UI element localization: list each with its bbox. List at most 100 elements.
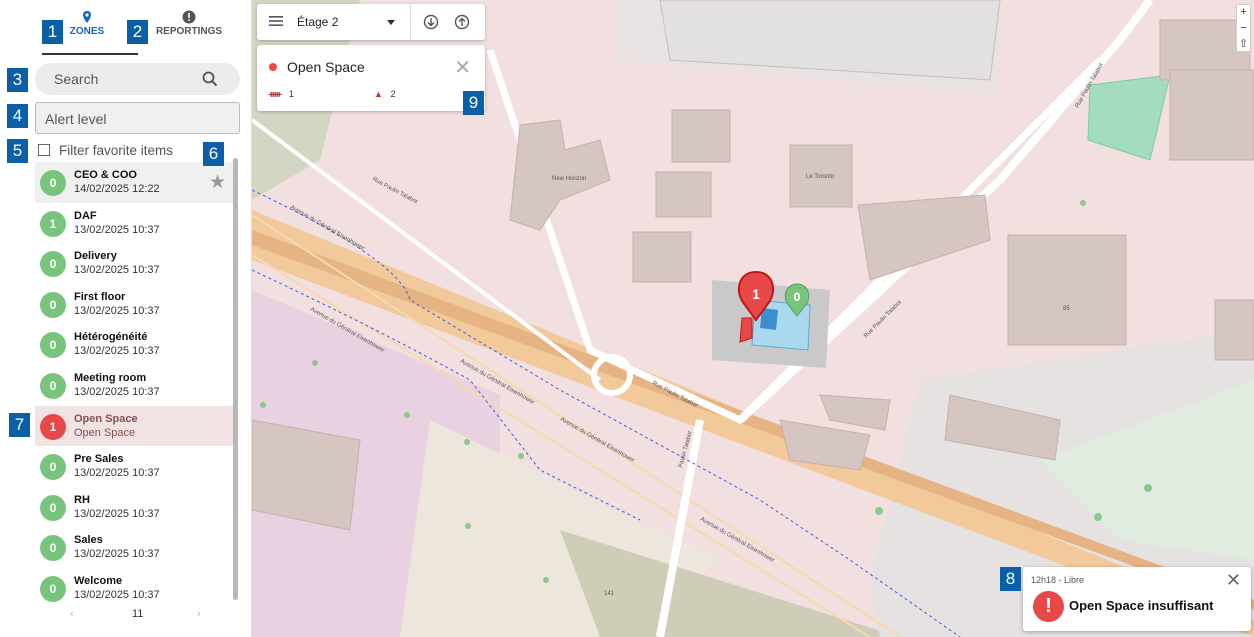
alert-icon: ! (1033, 591, 1064, 622)
floor-up-icon[interactable] (454, 14, 470, 30)
next-page-button[interactable]: › (197, 608, 201, 620)
list-item[interactable]: 0 Hétérogénéité 13/02/2025 10:37 (35, 324, 234, 365)
zone-info-card: Open Space ✕ ᚔ 1 ▲ 2 (257, 45, 485, 111)
zones-sidebar: ZONES REPORTINGS Search Alert level Filt… (0, 0, 252, 637)
zone-date: Open Space (74, 426, 136, 439)
zone-date: 13/02/2025 10:37 (74, 264, 160, 277)
zone-count-badge: 1 (40, 413, 66, 440)
sidebar-tabs: ZONES REPORTINGS (0, 0, 252, 56)
zone-name: CEO & COO (74, 169, 137, 181)
annotation-badge: 8 (1000, 567, 1021, 591)
map-label: New Horizon (552, 176, 586, 182)
search-icon[interactable] (202, 71, 218, 87)
page-number: 11 (132, 608, 144, 620)
map-label: 85 (1063, 306, 1070, 312)
tab-reportings-label: REPORTINGS (155, 26, 223, 37)
map-label: 141 (604, 591, 615, 597)
people-count-value: 1 (288, 89, 294, 99)
location-pin-icon (83, 11, 91, 23)
toolbar-divider (410, 4, 411, 40)
close-icon[interactable]: ✕ (1226, 570, 1241, 591)
zone-date: 13/02/2025 10:37 (74, 304, 160, 317)
zone-count-badge: 1 (40, 210, 66, 237)
zoom-in-button[interactable]: + (1237, 5, 1250, 21)
chevron-down-icon[interactable] (387, 20, 395, 25)
list-item[interactable]: 0 RH 13/02/2025 10:37 (35, 487, 234, 528)
zone-date: 13/02/2025 10:37 (74, 223, 160, 236)
annotation-badge: 7 (9, 413, 30, 437)
annotation-badge: 9 (463, 91, 484, 115)
annotation-badge: 3 (7, 68, 28, 92)
list-item[interactable]: 0 First floor 13/02/2025 10:37 (35, 284, 234, 325)
zone-info-title: Open Space (287, 59, 365, 75)
zone-count-badge: 0 (40, 454, 66, 481)
alert-level-select[interactable]: Alert level (35, 102, 240, 134)
zone-name: Sales (74, 534, 103, 547)
alert-circle-icon (182, 10, 196, 24)
people-count: ᚔ 1 (269, 89, 294, 100)
zone-name: RH (74, 493, 90, 506)
zone-name: First floor (74, 290, 126, 303)
list-item[interactable]: 0 Pre Sales 13/02/2025 10:37 (35, 446, 234, 487)
list-item[interactable]: 0 Welcome 13/02/2025 10:37 (35, 568, 234, 609)
favorite-filter-label: Filter favorite items (59, 143, 174, 158)
list-item-selected[interactable]: 1 Open Space Open Space (35, 405, 234, 447)
list-item[interactable]: 0 Sales 13/02/2025 10:37 (35, 527, 234, 568)
zone-count-badge: 0 (40, 494, 66, 521)
notification-message: Open Space insuffisant (1069, 598, 1214, 613)
zoom-control: + − ⇧ (1236, 4, 1251, 52)
list-item[interactable]: 0 Meeting room 13/02/2025 10:37 (35, 365, 234, 406)
list-item[interactable]: 0 Delivery 13/02/2025 10:37 (35, 243, 234, 284)
search-placeholder: Search (54, 71, 99, 87)
list-item[interactable]: 1 DAF 13/02/2025 10:37 (35, 203, 234, 244)
zone-list: 0 CEO & COO 14/02/2025 12:22 ★ 1 DAF 13/… (35, 162, 234, 609)
alert-notification: 12h18 - Libre ✕ ! Open Space insuffisant (1023, 567, 1251, 631)
zone-name: Welcome (74, 574, 123, 587)
list-scrollbar[interactable] (233, 158, 238, 600)
zoom-reset-button[interactable]: ⇧ (1237, 37, 1250, 53)
zone-name: Pre Sales (74, 453, 124, 466)
zone-name: Delivery (74, 250, 117, 263)
annotation-badge: 4 (7, 104, 28, 128)
annotation-badge: 6 (203, 142, 224, 166)
zone-count-badge: 0 (40, 291, 66, 318)
map-pin-alert-label: 1 (752, 286, 760, 302)
alert-level-placeholder: Alert level (45, 111, 107, 127)
warning-count-value: 2 (390, 89, 396, 99)
zone-date: 13/02/2025 10:37 (74, 385, 160, 398)
floor-select[interactable]: Étage 2 (297, 15, 338, 29)
close-icon[interactable]: ✕ (454, 55, 471, 80)
prev-page-button[interactable]: ‹ (70, 608, 74, 620)
zone-count-badge: 0 (40, 575, 66, 602)
zone-date: 13/02/2025 10:37 (74, 467, 160, 480)
zone-count-badge: 0 (40, 372, 66, 399)
zone-count-badge: 0 (40, 170, 66, 196)
list-item[interactable]: 0 CEO & COO 14/02/2025 12:22 ★ (35, 162, 234, 203)
warning-count: ▲ 2 (374, 89, 395, 99)
favorite-checkbox[interactable] (38, 144, 50, 156)
annotation-badge: 5 (7, 139, 28, 163)
annotation-badge: 1 (42, 20, 63, 44)
floor-down-icon[interactable] (423, 14, 439, 30)
zone-count-badge: 0 (40, 332, 66, 359)
zone-date: 13/02/2025 10:37 (74, 507, 160, 520)
tab-zones-label: ZONES (69, 26, 105, 37)
zone-name: Hétérogénéité (74, 331, 148, 344)
map-pin-ok-label: 0 (794, 290, 801, 304)
zone-name: Meeting room (74, 371, 147, 384)
zone-date: 14/02/2025 12:22 (74, 183, 160, 195)
menu-icon[interactable] (269, 15, 283, 27)
search-input[interactable]: Search (35, 63, 240, 95)
favorite-filter[interactable]: Filter favorite items (38, 143, 173, 158)
tab-reportings[interactable]: REPORTINGS (150, 10, 228, 37)
star-icon[interactable]: ★ (209, 171, 226, 194)
zone-count-badge: 0 (40, 535, 66, 562)
alert-status-dot (269, 63, 277, 71)
zone-name: Open Space (74, 412, 138, 425)
zone-date: 13/02/2025 10:37 (74, 345, 160, 358)
zoom-out-button[interactable]: − (1237, 21, 1250, 37)
zone-count-badge: 0 (40, 251, 66, 278)
zone-date: 13/02/2025 10:37 (74, 548, 160, 561)
tab-zones[interactable]: ZONES (62, 10, 112, 37)
warning-icon: ▲ (374, 89, 383, 99)
